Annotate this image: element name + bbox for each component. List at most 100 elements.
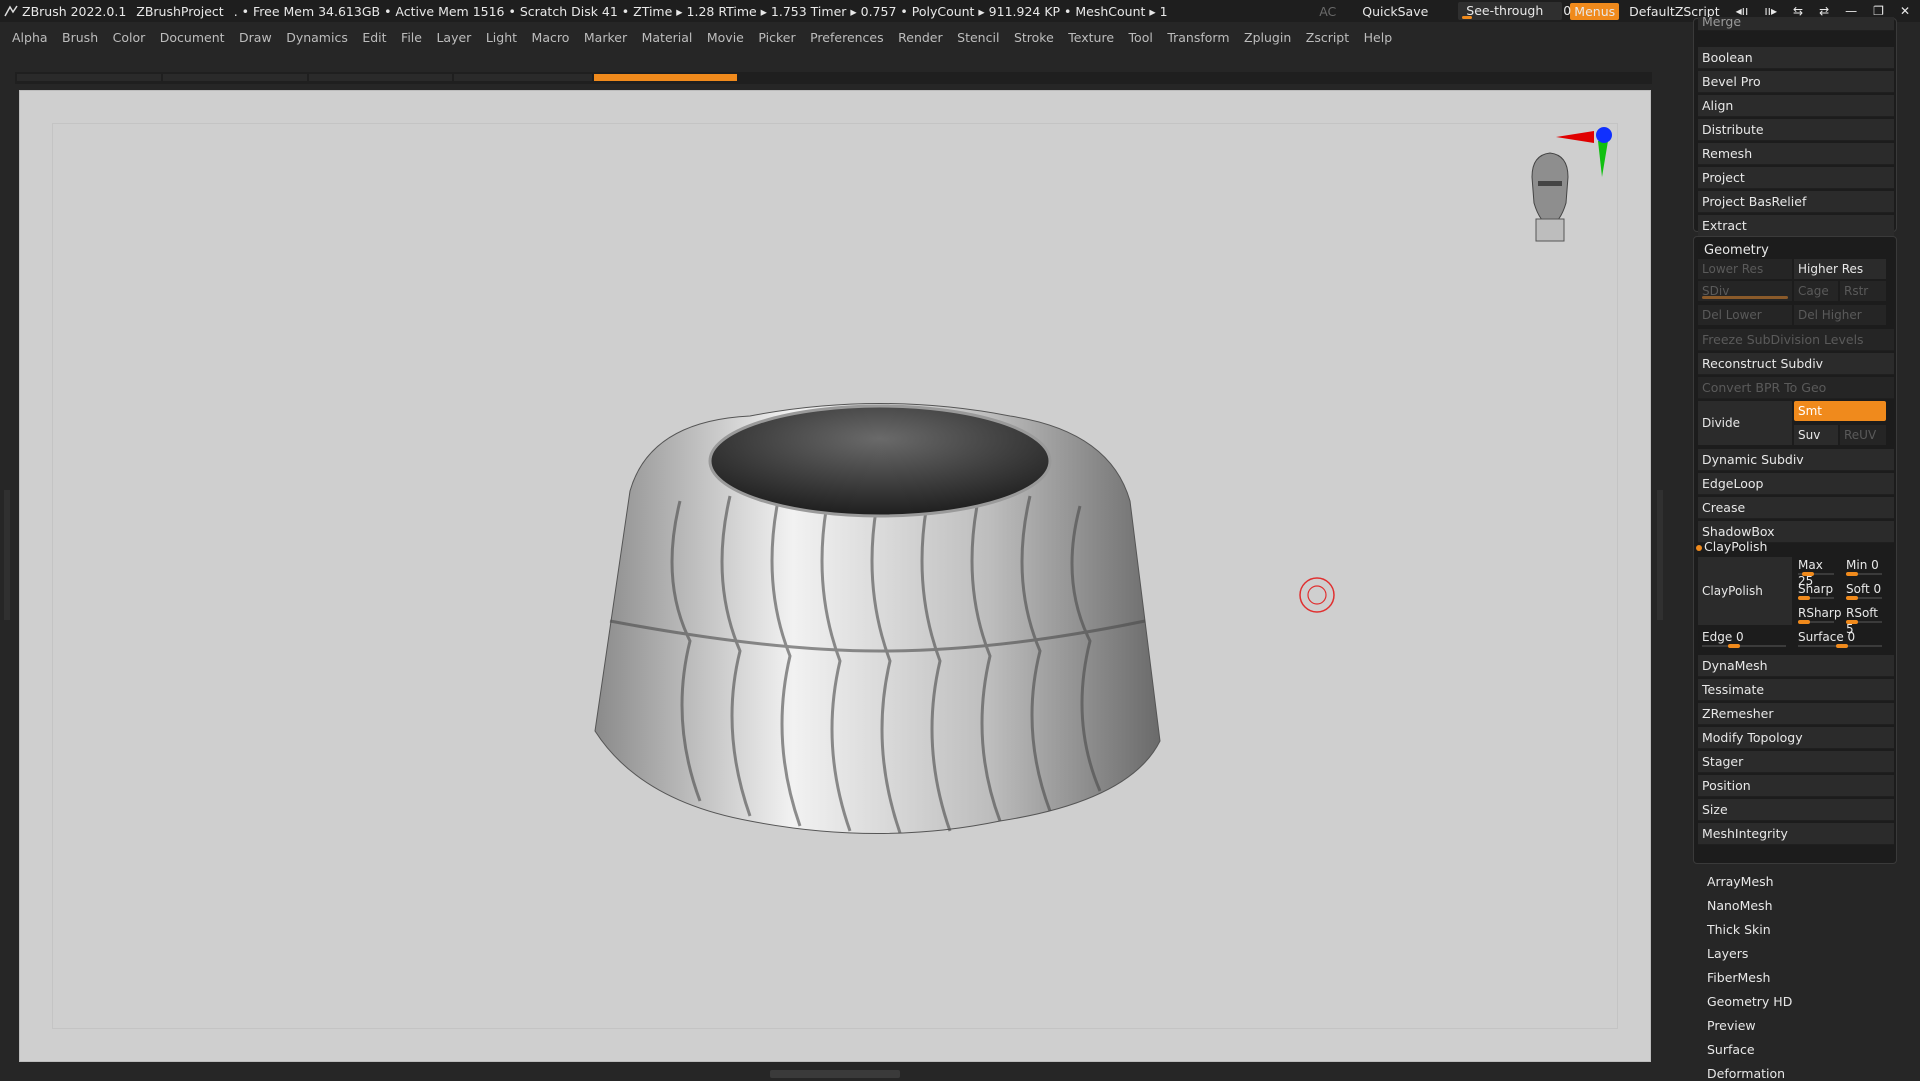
ui-layout-icon[interactable]: ⇄ [1819, 4, 1829, 18]
tab-segment[interactable] [309, 74, 452, 81]
menu-dynamics[interactable]: Dynamics [286, 30, 348, 45]
active-tab-indicator[interactable] [594, 74, 737, 81]
menu-render[interactable]: Render [898, 30, 943, 45]
axis-gizmo-icon[interactable] [1556, 121, 1616, 191]
geometry-size[interactable]: Size [1698, 799, 1894, 821]
divide-button[interactable]: Divide [1698, 401, 1792, 445]
menu-edit[interactable]: Edit [362, 30, 386, 45]
subtool-action-project[interactable]: Project [1698, 167, 1894, 189]
subpalette-nanomesh[interactable]: NanoMesh [1707, 898, 1773, 913]
surface-slider[interactable]: Surface 0 [1794, 629, 1888, 648]
max-slider[interactable]: Max 25 [1794, 557, 1840, 588]
menu-zplugin[interactable]: Zplugin [1244, 30, 1291, 45]
tab-segment[interactable] [163, 74, 307, 81]
menu-file[interactable]: File [401, 30, 422, 45]
subtool-action-distribute[interactable]: Distribute [1698, 119, 1894, 141]
smt-toggle[interactable]: Smt [1794, 401, 1886, 421]
bottom-tray-handle[interactable] [770, 1070, 900, 1078]
sharp-slider[interactable]: Sharp [1794, 581, 1840, 600]
subpalette-layers[interactable]: Layers [1707, 946, 1748, 961]
subtool-action-project-basrelief[interactable]: Project BasRelief [1698, 191, 1894, 213]
subtool-action-align[interactable]: Align [1698, 95, 1894, 117]
layout-prev-icon[interactable]: ◂ıı [1736, 4, 1749, 18]
close-icon[interactable]: ✕ [1900, 4, 1910, 18]
rstr-button[interactable]: Rstr [1840, 281, 1886, 301]
subpalette-surface[interactable]: Surface [1707, 1042, 1755, 1057]
claypolish-button[interactable]: ClayPolish [1698, 557, 1792, 625]
geometry-position[interactable]: Position [1698, 775, 1894, 797]
lower-res-button[interactable]: Lower Res [1698, 259, 1792, 279]
claypolish-header[interactable]: ClayPolish [1704, 539, 1767, 554]
subtool-action-extract[interactable]: Extract [1698, 215, 1894, 237]
menu-material[interactable]: Material [642, 30, 693, 45]
3d-mesh-model[interactable] [570, 321, 1190, 841]
menu-zscript[interactable]: Zscript [1306, 30, 1349, 45]
menu-alpha[interactable]: Alpha [12, 30, 48, 45]
del-higher-button[interactable]: Del Higher [1794, 305, 1886, 325]
ac-toggle[interactable]: AC [1319, 4, 1336, 19]
menu-movie[interactable]: Movie [707, 30, 744, 45]
min-slider[interactable]: Min 0 [1842, 557, 1888, 576]
menu-document[interactable]: Document [160, 30, 225, 45]
suv-toggle[interactable]: Suv [1794, 425, 1838, 445]
geometry-dynamesh[interactable]: DynaMesh [1698, 655, 1894, 677]
menu-light[interactable]: Light [486, 30, 517, 45]
minimize-icon[interactable]: — [1845, 4, 1857, 18]
geometry-stager[interactable]: Stager [1698, 751, 1894, 773]
subtool-action-boolean[interactable]: Boolean [1698, 47, 1894, 69]
restore-icon[interactable]: ❐ [1873, 4, 1884, 18]
geometry-crease[interactable]: Crease [1698, 497, 1894, 519]
menu-tool[interactable]: Tool [1129, 30, 1153, 45]
tab-segment[interactable] [454, 74, 592, 81]
right-tray-handle[interactable] [1657, 490, 1663, 620]
tab-segment[interactable] [17, 74, 161, 81]
cage-button[interactable]: Cage [1794, 281, 1838, 301]
menu-macro[interactable]: Macro [532, 30, 570, 45]
menu-preferences[interactable]: Preferences [810, 30, 884, 45]
subpalette-preview[interactable]: Preview [1707, 1018, 1756, 1033]
quicksave-button[interactable]: QuickSave [1362, 4, 1428, 19]
del-lower-button[interactable]: Del Lower [1698, 305, 1792, 325]
layout-next-icon[interactable]: ıı▸ [1764, 4, 1777, 18]
ui-swap-icon[interactable]: ⇆ [1793, 4, 1803, 18]
subpalette-arraymesh[interactable]: ArrayMesh [1707, 874, 1774, 889]
geometry-header[interactable]: Geometry [1704, 243, 1769, 258]
menu-stencil[interactable]: Stencil [957, 30, 999, 45]
subpalette-thick-skin[interactable]: Thick Skin [1707, 922, 1771, 937]
soft-slider[interactable]: Soft 0 [1842, 581, 1888, 600]
geometry-modify-topology[interactable]: Modify Topology [1698, 727, 1894, 749]
geometry-zremesher[interactable]: ZRemesher [1698, 703, 1894, 725]
menu-marker[interactable]: Marker [584, 30, 627, 45]
left-tray-handle[interactable] [4, 490, 10, 620]
subtool-action-remesh[interactable]: Remesh [1698, 143, 1894, 165]
subpalette-geometry-hd[interactable]: Geometry HD [1707, 994, 1792, 1009]
canvas-viewport[interactable] [19, 90, 1651, 1062]
menu-help[interactable]: Help [1364, 30, 1393, 45]
geometry-meshintegrity[interactable]: MeshIntegrity [1698, 823, 1894, 845]
menu-texture[interactable]: Texture [1068, 30, 1114, 45]
geometry-tessimate[interactable]: Tessimate [1698, 679, 1894, 701]
convert-bpr-button[interactable]: Convert BPR To Geo [1698, 377, 1894, 399]
subpalette-fibermesh[interactable]: FiberMesh [1707, 970, 1770, 985]
subpalette-deformation[interactable]: Deformation [1707, 1066, 1785, 1081]
rsharp-slider[interactable]: RSharp [1794, 605, 1841, 624]
subtool-action-merge[interactable]: Merge [1698, 17, 1894, 31]
reconstruct-subdiv-button[interactable]: Reconstruct Subdiv [1698, 353, 1894, 375]
menu-layer[interactable]: Layer [436, 30, 471, 45]
menu-brush[interactable]: Brush [62, 30, 98, 45]
reuv-toggle[interactable]: ReUV [1840, 425, 1886, 445]
higher-res-button[interactable]: Higher Res [1794, 259, 1886, 279]
geometry-dynamic-subdiv[interactable]: Dynamic Subdiv [1698, 449, 1894, 471]
menu-draw[interactable]: Draw [239, 30, 272, 45]
subtool-action-bevel-pro[interactable]: Bevel Pro [1698, 71, 1894, 93]
see-through-slider[interactable]: See-through 0 [1458, 2, 1571, 20]
menu-stroke[interactable]: Stroke [1014, 30, 1054, 45]
menu-picker[interactable]: Picker [758, 30, 795, 45]
sdiv-slider[interactable]: SDiv [1698, 281, 1792, 301]
freeze-subdivision-button[interactable]: Freeze SubDivision Levels [1698, 329, 1894, 351]
menu-color[interactable]: Color [113, 30, 146, 45]
edge-slider[interactable]: Edge 0 [1698, 629, 1792, 648]
menus-toggle-button[interactable]: Menus [1570, 2, 1620, 20]
geometry-edgeloop[interactable]: EdgeLoop [1698, 473, 1894, 495]
rsoft-slider[interactable]: RSoft 5 [1842, 605, 1888, 636]
